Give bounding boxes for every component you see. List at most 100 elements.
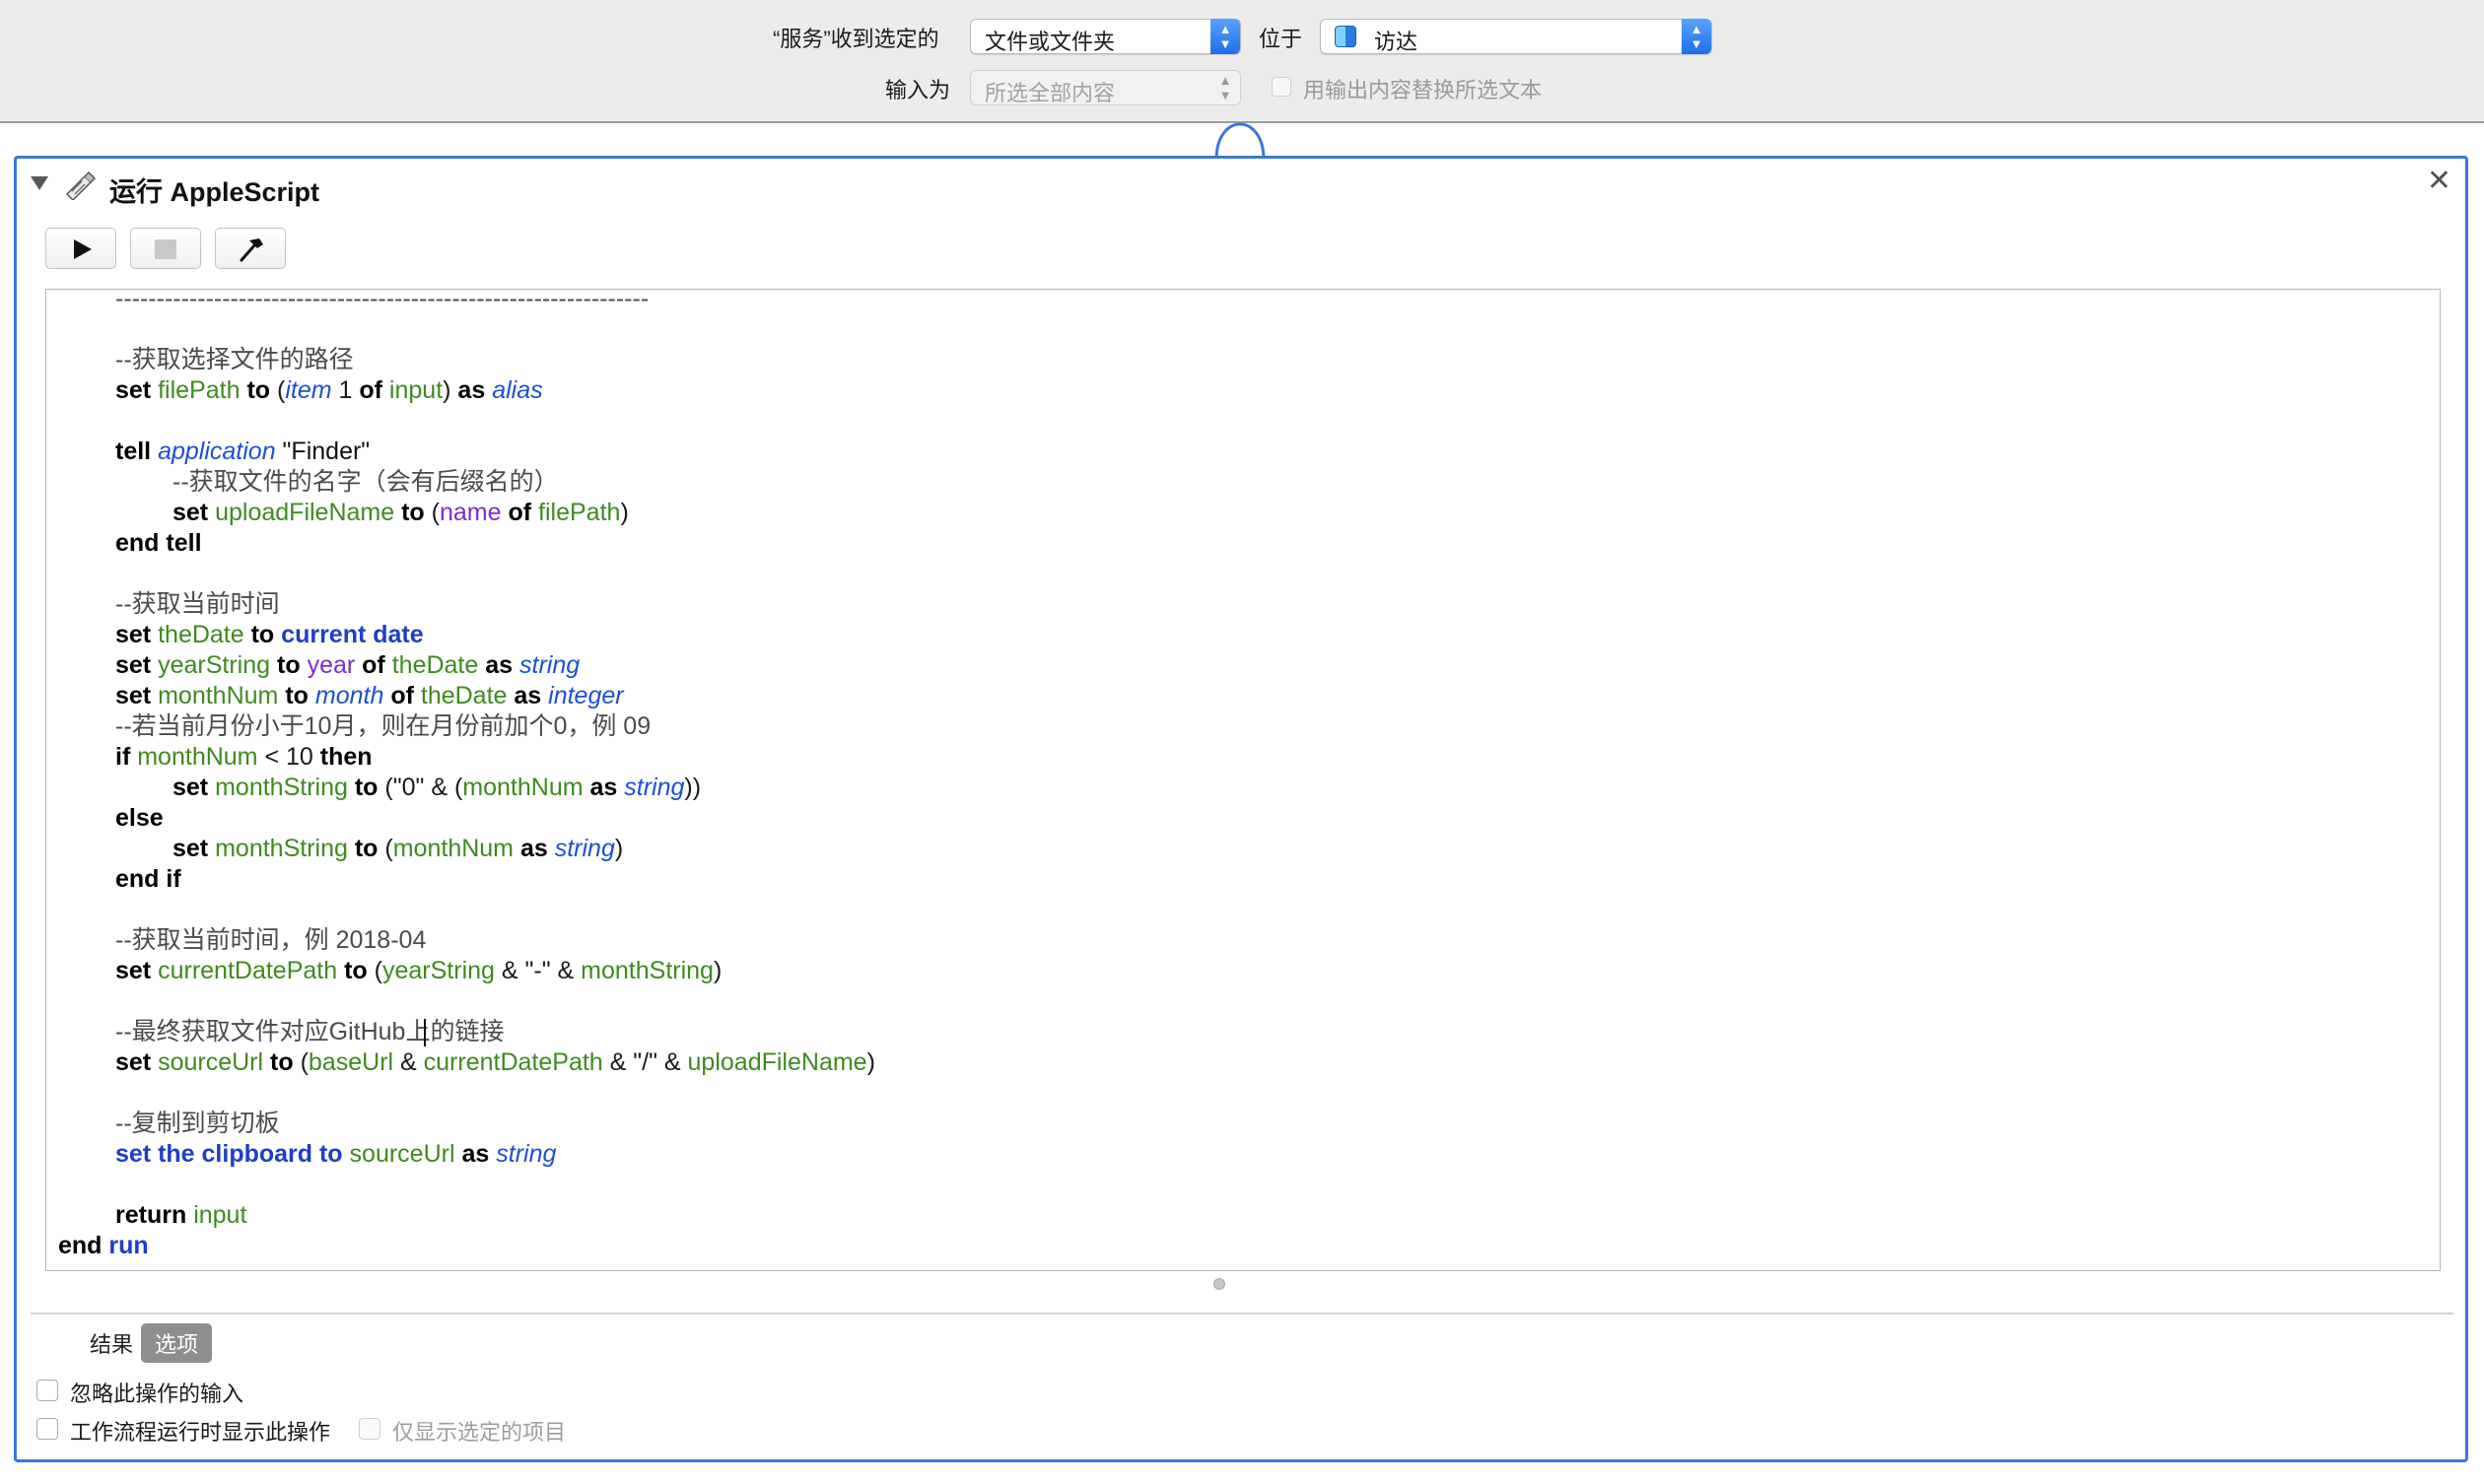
code-line: set sourceUrl to (baseUrl & currentDateP… bbox=[115, 1047, 875, 1078]
action-title: 运行 AppleScript bbox=[109, 177, 320, 207]
run-button[interactable] bbox=[45, 228, 116, 269]
input-as-select[interactable]: 所选全部内容 ▲ ▼ bbox=[970, 70, 1241, 105]
code-line: end run bbox=[58, 1231, 149, 1261]
code-line: set monthString to (monthNum as string) bbox=[172, 834, 623, 864]
code-token: application bbox=[158, 438, 276, 465]
code-token: to bbox=[285, 682, 309, 709]
code-token: & "/" & bbox=[602, 1048, 688, 1076]
show-selected-only-checkbox[interactable] bbox=[359, 1418, 380, 1440]
script-editor[interactable]: ----------------------------------------… bbox=[45, 289, 2441, 1271]
code-token: string bbox=[496, 1140, 557, 1168]
code-token: )) bbox=[684, 774, 702, 801]
code-line: set the clipboard to sourceUrl as string bbox=[115, 1139, 556, 1170]
code-token: ----------------------------------------… bbox=[115, 289, 650, 312]
finder-icon bbox=[1335, 26, 1356, 47]
code-token: to bbox=[354, 774, 379, 801]
code-token: input bbox=[388, 376, 444, 404]
code-token: sourceUrl bbox=[349, 1140, 455, 1168]
code-token: "Finder" bbox=[275, 438, 371, 465]
code-token: ( bbox=[367, 957, 382, 984]
code-token: yearString bbox=[158, 651, 271, 679]
code-line: --获取选择文件的路径 bbox=[115, 345, 354, 375]
input-as-value: 所选全部内容 bbox=[985, 81, 1116, 105]
code-token: & "-" & bbox=[494, 957, 582, 984]
location-select[interactable]: 访达 ▲ ▼ bbox=[1320, 19, 1712, 54]
code-token: monthString bbox=[581, 957, 714, 984]
code-token: ) bbox=[614, 835, 624, 862]
code-token: tell bbox=[115, 438, 152, 465]
code-token: as bbox=[589, 774, 618, 801]
code-line: --若当前月份小于10月，则在月份前加个0，例 09 bbox=[115, 711, 651, 742]
code-token: ) bbox=[620, 499, 629, 526]
code-token: as bbox=[457, 376, 486, 404]
code-token: item bbox=[285, 376, 332, 404]
code-token: ( bbox=[378, 835, 393, 862]
compile-button[interactable] bbox=[215, 228, 286, 269]
code-token: filePath bbox=[538, 499, 621, 526]
tab-results[interactable]: 结果 bbox=[80, 1323, 143, 1363]
code-token: string bbox=[624, 774, 685, 801]
service-receives-label: “服务”收到选定的 bbox=[773, 27, 939, 51]
code-token: filePath bbox=[158, 376, 241, 404]
code-line: set filePath to (item 1 of input) as ali… bbox=[115, 375, 543, 406]
code-token: ( bbox=[293, 1048, 309, 1076]
code-line: ----------------------------------------… bbox=[115, 289, 650, 314]
code-token: to bbox=[246, 376, 271, 404]
code-token: to bbox=[277, 651, 301, 679]
code-token: --获取当前时间，例 2018-04 bbox=[115, 926, 427, 954]
disclosure-triangle-icon[interactable] bbox=[31, 176, 48, 190]
close-icon[interactable]: ✕ bbox=[2427, 167, 2451, 196]
code-line: tell application "Finder" bbox=[115, 437, 370, 467]
code-token: of bbox=[390, 682, 414, 709]
code-token: to bbox=[270, 1048, 294, 1076]
code-token: currentDatePath bbox=[423, 1048, 603, 1076]
ignore-input-checkbox[interactable] bbox=[36, 1380, 58, 1401]
code-token: alias bbox=[492, 376, 543, 404]
code-token: current date bbox=[281, 621, 424, 648]
code-line: set monthNum to month of theDate as inte… bbox=[115, 681, 624, 711]
code-token: then bbox=[319, 743, 373, 771]
code-token: run bbox=[108, 1232, 149, 1259]
select-arrows-icon: ▲ ▼ bbox=[1210, 19, 1240, 54]
code-line: set uploadFileName to (name of filePath) bbox=[172, 498, 629, 528]
code-token: ) bbox=[443, 376, 458, 404]
code-token: input bbox=[193, 1201, 247, 1229]
resize-handle[interactable] bbox=[1213, 1278, 1225, 1290]
code-token: set bbox=[115, 682, 152, 709]
stop-button[interactable] bbox=[130, 228, 201, 269]
code-token: theDate bbox=[158, 621, 244, 648]
code-line: set yearString to year of theDate as str… bbox=[115, 650, 580, 681]
code-token: to bbox=[354, 835, 379, 862]
code-token: ( bbox=[424, 499, 440, 526]
code-token: < 10 bbox=[257, 743, 320, 771]
show-when-run-checkbox[interactable] bbox=[36, 1418, 58, 1440]
code-token: baseUrl bbox=[308, 1048, 394, 1076]
divider bbox=[31, 1313, 2453, 1315]
select-arrows-icon: ▲ ▼ bbox=[1682, 19, 1711, 54]
show-selected-only-label: 仅显示选定的项目 bbox=[392, 1420, 567, 1445]
replace-text-label: 用输出内容替换所选文本 bbox=[1303, 78, 1543, 102]
code-line: set monthString to ("0" & (monthNum as s… bbox=[172, 773, 701, 803]
hammer-icon bbox=[240, 238, 263, 262]
code-token: set bbox=[115, 621, 152, 648]
code-token: string bbox=[519, 651, 581, 679]
code-token: --获取当前时间 bbox=[115, 590, 280, 618]
code-token: of bbox=[359, 376, 382, 404]
input-type-select[interactable]: 文件或文件夹 ▲ ▼ bbox=[970, 19, 1241, 54]
code-token: sourceUrl bbox=[158, 1048, 264, 1076]
replace-text-checkbox[interactable] bbox=[1272, 77, 1291, 97]
code-token: --复制到剪切板 bbox=[115, 1110, 280, 1137]
tab-options[interactable]: 选项 bbox=[141, 1323, 213, 1363]
code-token: & bbox=[393, 1048, 424, 1076]
